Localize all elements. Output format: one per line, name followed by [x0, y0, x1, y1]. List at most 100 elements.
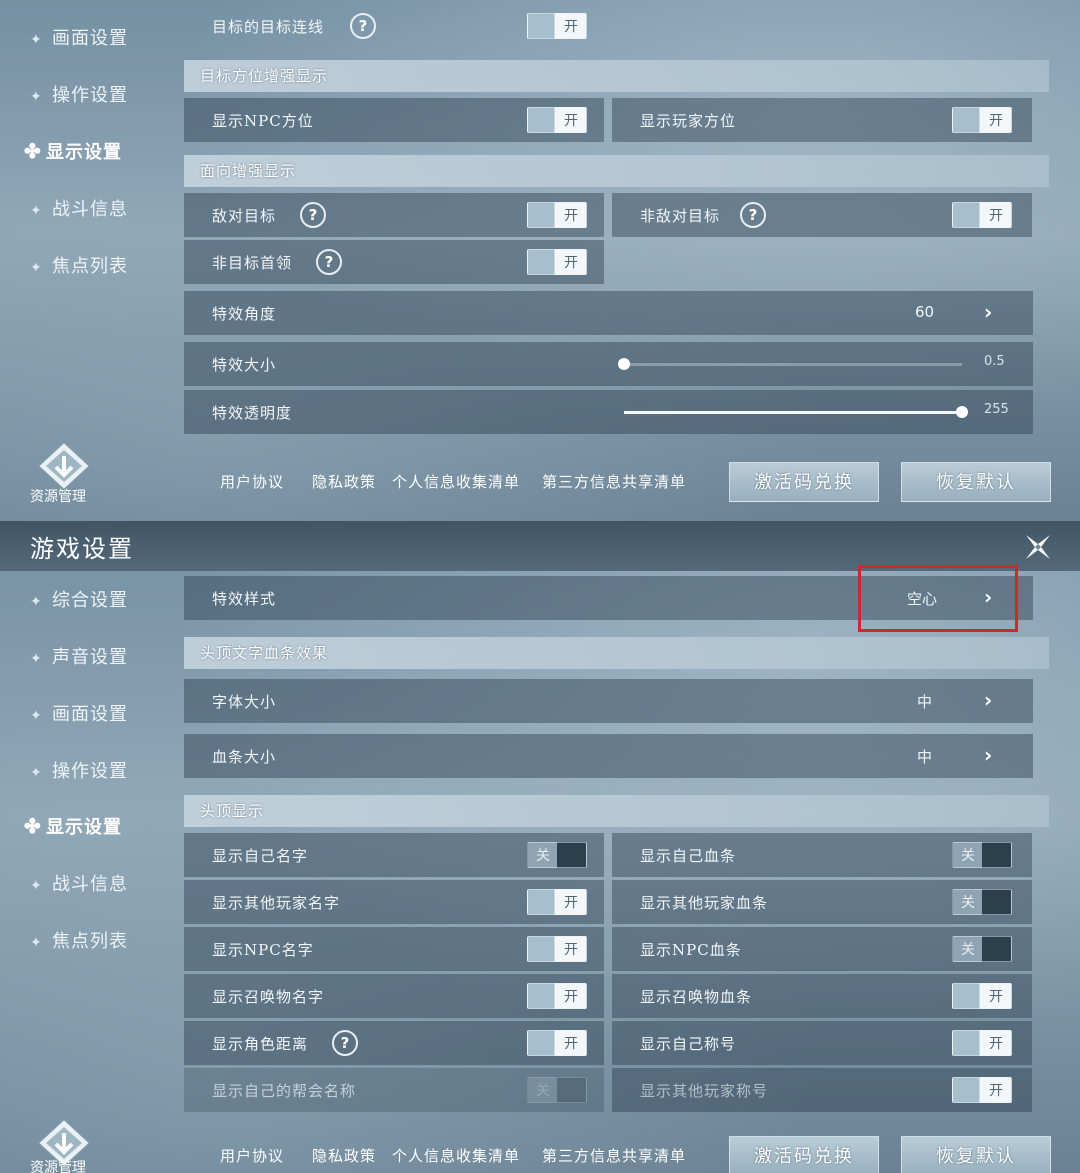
page-title: 游戏设置	[30, 535, 134, 563]
setting-label: 敌对目标	[212, 207, 277, 225]
toggle-switch[interactable]: 关	[527, 842, 587, 868]
sidebar-item-label: 综合设置	[52, 590, 128, 611]
setting-label: 目标的目标连线	[212, 18, 325, 36]
toggle-switch[interactable]: 关	[527, 1077, 587, 1103]
setting-row-show-own-hpbar: 显示自己血条 关	[612, 833, 1032, 877]
diamond-icon: ✦	[30, 878, 43, 894]
toggle-switch[interactable]: 开	[952, 107, 1012, 133]
setting-row-effect-size: 特效大小 0.5	[184, 342, 1033, 386]
setting-row-non-target-leader: 非目标首领 ? 开	[184, 240, 604, 284]
toggle-switch[interactable]: 开	[527, 107, 587, 133]
help-icon[interactable]: ?	[350, 13, 376, 39]
toggle-switch[interactable]: 开	[527, 202, 587, 228]
sidebar-item-controls[interactable]: ✦ 操作设置	[30, 757, 128, 783]
toggle-label: 关	[961, 895, 975, 911]
diamond-icon: ✦	[30, 935, 43, 951]
personal-info-list-link[interactable]: 个人信息收集清单	[392, 1145, 520, 1166]
toggle-switch[interactable]: 开	[527, 249, 587, 275]
sidebar-item-label: 焦点列表	[52, 931, 128, 952]
sidebar-item-label: 显示设置	[46, 817, 122, 838]
third-party-share-link[interactable]: 第三方信息共享清单	[542, 471, 686, 492]
setting-row-bar-size[interactable]: 血条大小 中 ›	[184, 734, 1033, 778]
sidebar-item-focus-list[interactable]: ✦ 焦点列表	[30, 252, 128, 278]
toggle-label: 开	[564, 19, 578, 35]
setting-value: 0.5	[984, 354, 1005, 369]
toggle-switch[interactable]: 开	[952, 1077, 1012, 1103]
chevron-right-icon[interactable]: ›	[984, 744, 1004, 766]
toggle-label: 开	[564, 255, 578, 271]
help-icon[interactable]: ?	[316, 249, 342, 275]
toggle-switch[interactable]: 关	[952, 842, 1012, 868]
help-icon[interactable]: ?	[332, 1030, 358, 1056]
chevron-right-icon[interactable]: ›	[984, 301, 1004, 323]
settings-panel-bottom: 游戏设置 ✦ 综合设置 ✦ 声音设置 ✦ 画面设置 ✦ 操作设置 ✤ 显示设置 ✦ 战斗信息…	[0, 521, 1080, 1173]
setting-label: 字体大小	[212, 693, 277, 711]
toggle-switch[interactable]: 开	[527, 983, 587, 1009]
setting-label: 血条大小	[212, 748, 277, 766]
setting-row-font-size[interactable]: 字体大小 中 ›	[184, 679, 1033, 723]
help-icon[interactable]: ?	[740, 202, 766, 228]
slider-handle[interactable]	[956, 406, 968, 418]
diamond-icon: ✦	[30, 708, 43, 724]
privacy-policy-link[interactable]: 隐私政策	[312, 471, 376, 492]
setting-label: 显示NPC方位	[212, 112, 314, 130]
sidebar-item-graphics[interactable]: ✦ 画面设置	[30, 24, 128, 50]
slider-track[interactable]	[624, 363, 962, 366]
toggle-switch[interactable]: 开	[527, 936, 587, 962]
toggle-switch[interactable]: 开	[527, 889, 587, 915]
chevron-right-icon[interactable]: ›	[984, 689, 1004, 711]
redeem-code-button[interactable]: 激活码兑换	[729, 1136, 879, 1173]
sidebar-item-display[interactable]: ✤ 显示设置	[24, 813, 122, 839]
sidebar-item-combat-info[interactable]: ✦ 战斗信息	[30, 870, 128, 896]
sidebar-item-focus-list[interactable]: ✦ 焦点列表	[30, 927, 128, 953]
setting-row-non-hostile-target: 非敌对目标 ? 开	[612, 193, 1032, 237]
sidebar-item-graphics[interactable]: ✦ 画面设置	[30, 700, 128, 726]
sidebar-item-label: 战斗信息	[52, 199, 128, 220]
sidebar-item-label: 显示设置	[46, 142, 122, 163]
toggle-switch[interactable]: 关	[952, 889, 1012, 915]
third-party-share-link[interactable]: 第三方信息共享清单	[542, 1145, 686, 1166]
toggle-switch[interactable]: 关	[952, 936, 1012, 962]
setting-label: 非敌对目标	[640, 207, 721, 225]
setting-label: 显示NPC血条	[640, 941, 742, 959]
sidebar-item-label: 画面设置	[52, 28, 128, 49]
setting-label: 特效角度	[212, 305, 277, 323]
close-icon[interactable]	[1022, 531, 1054, 563]
sidebar-item-label: 战斗信息	[52, 874, 128, 895]
reset-default-button[interactable]: 恢复默认	[901, 1136, 1051, 1173]
highlight-box	[858, 565, 1018, 632]
help-icon[interactable]: ?	[300, 202, 326, 228]
sidebar-item-combat-info[interactable]: ✦ 战斗信息	[30, 195, 128, 221]
sidebar-item-display[interactable]: ✤ 显示设置	[24, 138, 122, 164]
diamond-icon: ✤	[24, 814, 42, 838]
slider-handle[interactable]	[618, 358, 630, 370]
setting-label: 显示召唤物名字	[212, 988, 325, 1006]
user-agreement-link[interactable]: 用户协议	[220, 1145, 284, 1166]
reset-default-button[interactable]: 恢复默认	[901, 462, 1051, 502]
toggle-label: 关	[961, 942, 975, 958]
setting-label: 非目标首领	[212, 254, 293, 272]
setting-value: 中	[917, 748, 933, 766]
toggle-label: 开	[564, 1036, 578, 1052]
toggle-switch[interactable]: 开	[952, 202, 1012, 228]
toggle-switch[interactable]: 开	[952, 983, 1012, 1009]
sidebar-item-general[interactable]: ✦ 综合设置	[30, 586, 128, 612]
setting-label: 特效透明度	[212, 404, 293, 422]
toggle-switch[interactable]: 开	[527, 13, 587, 39]
sidebar-item-label: 画面设置	[52, 704, 128, 725]
sidebar-item-controls[interactable]: ✦ 操作设置	[30, 81, 128, 107]
setting-value: 60	[915, 303, 935, 321]
personal-info-list-link[interactable]: 个人信息收集清单	[392, 471, 520, 492]
setting-row-effect-angle[interactable]: 特效角度 60 ›	[184, 291, 1033, 335]
sidebar-item-sound[interactable]: ✦ 声音设置	[30, 643, 128, 669]
toggle-switch[interactable]: 开	[952, 1030, 1012, 1056]
user-agreement-link[interactable]: 用户协议	[220, 471, 284, 492]
privacy-policy-link[interactable]: 隐私政策	[312, 1145, 376, 1166]
diamond-icon: ✤	[24, 139, 42, 163]
setting-row-show-summon-hpbar: 显示召唤物血条 开	[612, 974, 1032, 1018]
setting-label: 显示自己名字	[212, 847, 309, 865]
redeem-code-button[interactable]: 激活码兑换	[729, 462, 879, 502]
toggle-switch[interactable]: 开	[527, 1030, 587, 1056]
toggle-label: 关	[536, 1083, 550, 1099]
setting-row-show-other-names: 显示其他玩家名字 开	[184, 880, 604, 924]
